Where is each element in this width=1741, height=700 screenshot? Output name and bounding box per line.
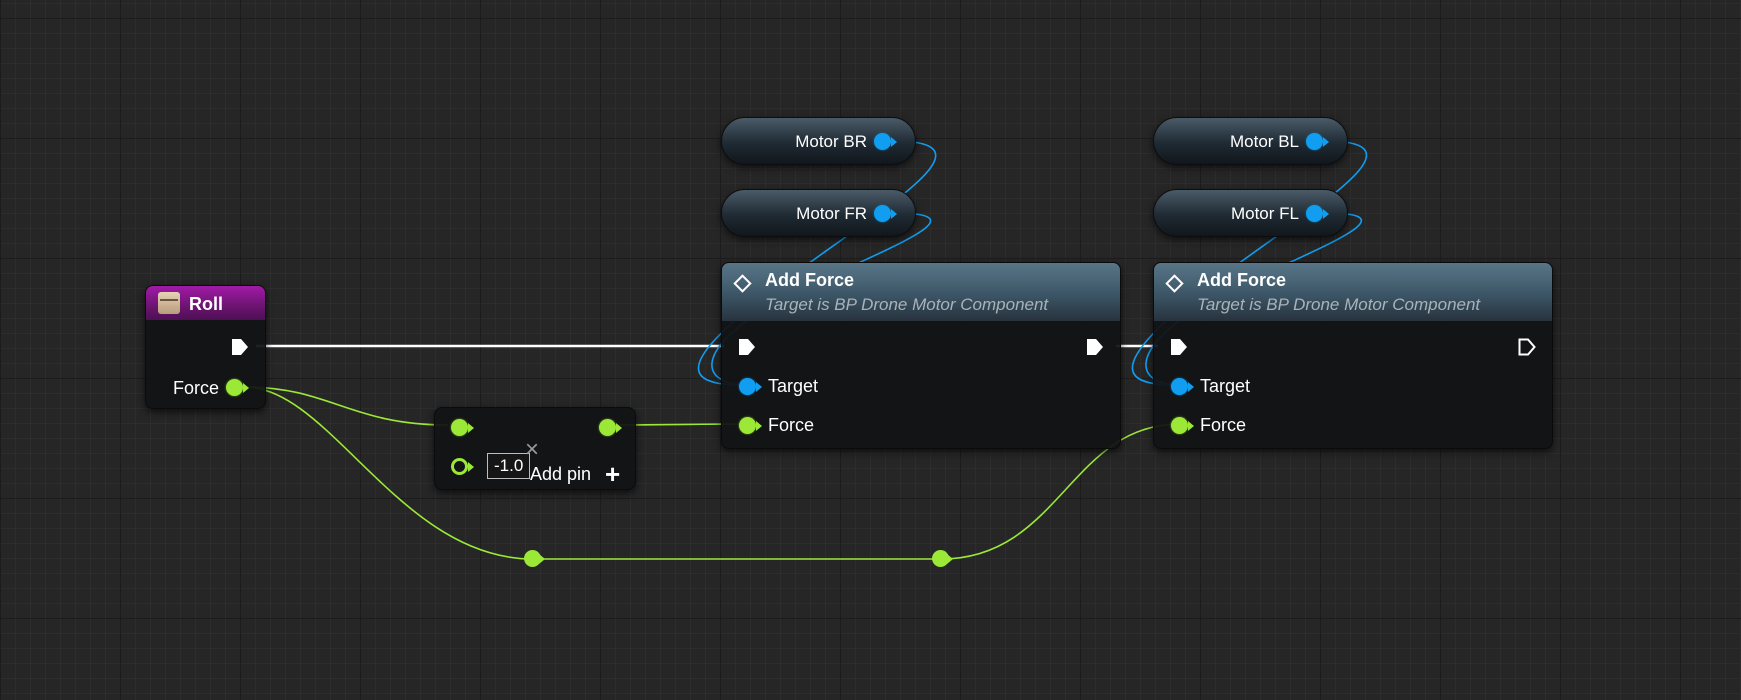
force-label: Force <box>768 415 815 435</box>
force-input-pin[interactable] <box>1171 417 1188 434</box>
multiply-node[interactable]: -1.0 × Add pin + <box>434 407 636 490</box>
pin-arrow-icon <box>891 137 906 147</box>
object-output-pin[interactable] <box>1306 205 1323 222</box>
add-pin-label[interactable]: Add pin <box>530 464 591 485</box>
reroute-knot-2[interactable] <box>932 550 953 568</box>
object-output-pin[interactable] <box>874 205 891 222</box>
object-output-pin[interactable] <box>874 133 891 150</box>
float-output-pin[interactable] <box>226 379 243 396</box>
target-label: Target <box>1200 376 1251 396</box>
target-label: Target <box>768 376 819 396</box>
node-title: Add Force <box>765 270 855 290</box>
exec-input-pin[interactable] <box>737 337 757 357</box>
target-input-pin[interactable] <box>739 378 756 395</box>
exec-output-pin[interactable] <box>1517 337 1537 357</box>
pin-arrow-icon <box>468 423 483 433</box>
remove-pin-icon[interactable]: × <box>525 438 539 462</box>
add-pin-icon[interactable]: + <box>605 461 620 487</box>
pin-arrow-icon <box>243 383 258 393</box>
node-subtitle: Target is BP Drone Motor Component <box>1197 295 1481 314</box>
float-output-pin[interactable] <box>599 419 616 436</box>
pin-arrow-icon <box>947 554 953 564</box>
event-node-roll[interactable]: Roll Force <box>145 285 266 409</box>
variable-node-motor-fl[interactable]: Motor FL <box>1153 189 1348 237</box>
variable-label: Motor FR <box>796 204 867 223</box>
float-input-pin-a[interactable] <box>451 419 468 436</box>
pin-arrow-icon <box>539 554 545 564</box>
variable-label: Motor FL <box>1230 204 1299 223</box>
variable-node-motor-fr[interactable]: Motor FR <box>721 189 916 237</box>
variable-label: Motor BR <box>795 132 867 151</box>
float-input-pin-b[interactable] <box>451 458 468 475</box>
float-wire-roll-to-multiply[interactable] <box>244 386 449 426</box>
event-icon <box>158 292 180 314</box>
node-title: Add Force <box>1197 270 1287 290</box>
reroute-knot-1[interactable] <box>524 550 545 568</box>
pin-arrow-icon <box>468 462 483 472</box>
add-force-node-2[interactable]: Add Force Target is BP Drone Motor Compo… <box>1153 262 1553 449</box>
constant-value-input[interactable]: -1.0 <box>487 453 531 479</box>
add-force-node-1[interactable]: Add Force Target is BP Drone Motor Compo… <box>721 262 1121 449</box>
pin-arrow-icon <box>1323 209 1338 219</box>
node-subtitle: Target is BP Drone Motor Component <box>765 295 1049 314</box>
node-title: Roll <box>189 294 223 314</box>
object-output-pin[interactable] <box>1306 133 1323 150</box>
pin-arrow-icon <box>616 423 631 433</box>
variable-label: Motor BL <box>1230 132 1299 151</box>
force-output-label: Force <box>173 378 220 398</box>
pin-arrow-icon <box>1323 137 1338 147</box>
exec-output-pin[interactable] <box>230 337 250 357</box>
force-input-pin[interactable] <box>739 417 756 434</box>
variable-node-motor-br[interactable]: Motor BR <box>721 117 916 165</box>
pin-arrow-icon <box>891 209 906 219</box>
force-label: Force <box>1200 415 1247 435</box>
target-input-pin[interactable] <box>1171 378 1188 395</box>
exec-input-pin[interactable] <box>1169 337 1189 357</box>
variable-node-motor-bl[interactable]: Motor BL <box>1153 117 1348 165</box>
exec-output-pin[interactable] <box>1085 337 1105 357</box>
